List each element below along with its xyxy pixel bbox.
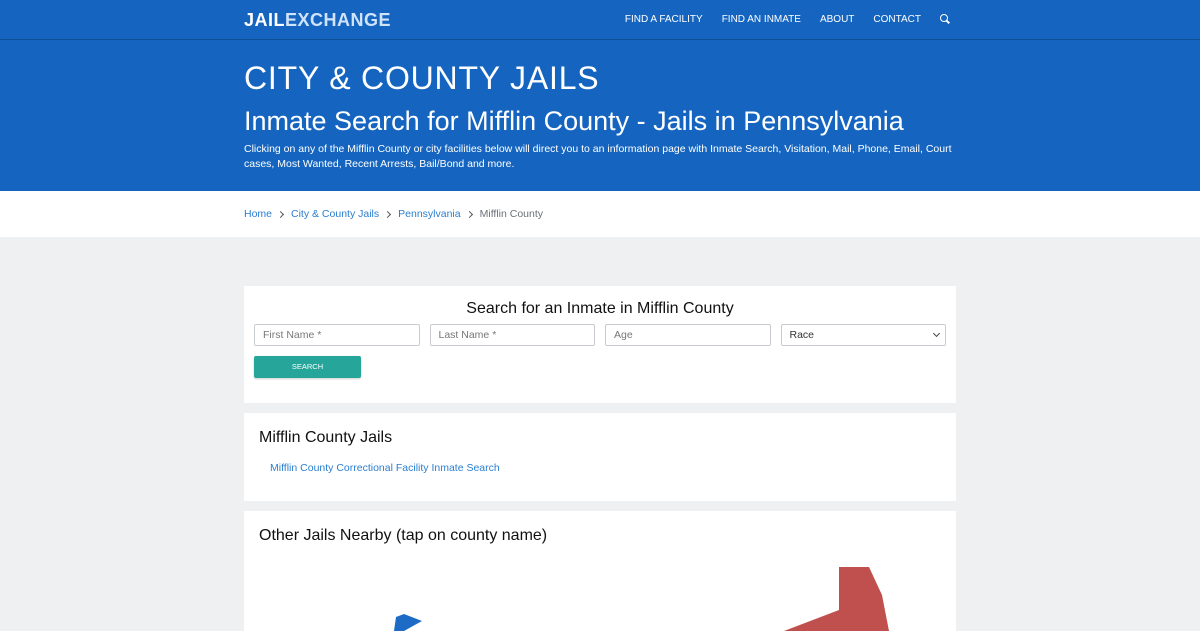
- county-shape-blue[interactable]: [394, 614, 422, 631]
- hero-banner: CITY & COUNTY JAILS Inmate Search for Mi…: [0, 40, 1200, 191]
- county-jails-card: Mifflin County Jails Mifflin County Corr…: [244, 413, 956, 501]
- county-shape-red[interactable]: [784, 567, 889, 631]
- search-button[interactable]: SEARCH: [254, 356, 361, 378]
- first-name-input[interactable]: First Name *: [254, 324, 420, 346]
- nav-find-facility[interactable]: FIND A FACILITY: [625, 14, 703, 25]
- breadcrumb-pennsylvania[interactable]: Pennsylvania: [398, 208, 460, 220]
- breadcrumb-home[interactable]: Home: [244, 208, 272, 220]
- inmate-search-card: Search for an Inmate in Mifflin County F…: [244, 286, 956, 403]
- breadcrumb-current: Mifflin County: [479, 208, 544, 220]
- main-nav: FIND A FACILITY FIND AN INMATE ABOUT CON…: [625, 14, 950, 25]
- search-fields: First Name * Last Name * Age Race: [254, 324, 946, 346]
- facility-link[interactable]: Mifflin County Correctional Facility Inm…: [270, 462, 500, 474]
- page-title: Inmate Search for Mifflin County - Jails…: [244, 106, 904, 136]
- jail-exchange-logo[interactable]: JAILEXCHANGE: [244, 10, 391, 31]
- chevron-right-icon: [384, 210, 392, 218]
- logo-text-secondary: EXCHANGE: [285, 10, 392, 30]
- search-icon[interactable]: [940, 14, 950, 24]
- page-description: Clicking on any of the Mifflin County or…: [244, 143, 952, 170]
- breadcrumb: Home City & County Jails Pennsylvania Mi…: [0, 191, 1200, 237]
- race-select[interactable]: Race: [780, 324, 946, 346]
- county-map[interactable]: [244, 511, 956, 631]
- chevron-right-icon: [465, 210, 473, 218]
- nav-about[interactable]: ABOUT: [820, 14, 854, 25]
- nav-find-inmate[interactable]: FIND AN INMATE: [722, 14, 801, 25]
- top-navbar: JAILEXCHANGE FIND A FACILITY FIND AN INM…: [0, 0, 1200, 40]
- jails-card-title: Mifflin County Jails: [259, 429, 393, 446]
- nearby-jails-card: Other Jails Nearby (tap on county name): [244, 511, 956, 631]
- page-kicker: CITY & COUNTY JAILS: [244, 60, 600, 96]
- last-name-input[interactable]: Last Name *: [429, 324, 595, 346]
- chevron-right-icon: [276, 210, 285, 218]
- nav-contact[interactable]: CONTACT: [873, 14, 921, 25]
- age-input[interactable]: Age: [605, 324, 771, 346]
- chevron-down-icon: [932, 329, 941, 338]
- breadcrumb-city-county-jails[interactable]: City & County Jails: [291, 208, 379, 220]
- race-select-value: Race: [789, 329, 815, 341]
- search-card-title: Search for an Inmate in Mifflin County: [466, 300, 734, 317]
- logo-text-primary: JAIL: [244, 10, 286, 30]
